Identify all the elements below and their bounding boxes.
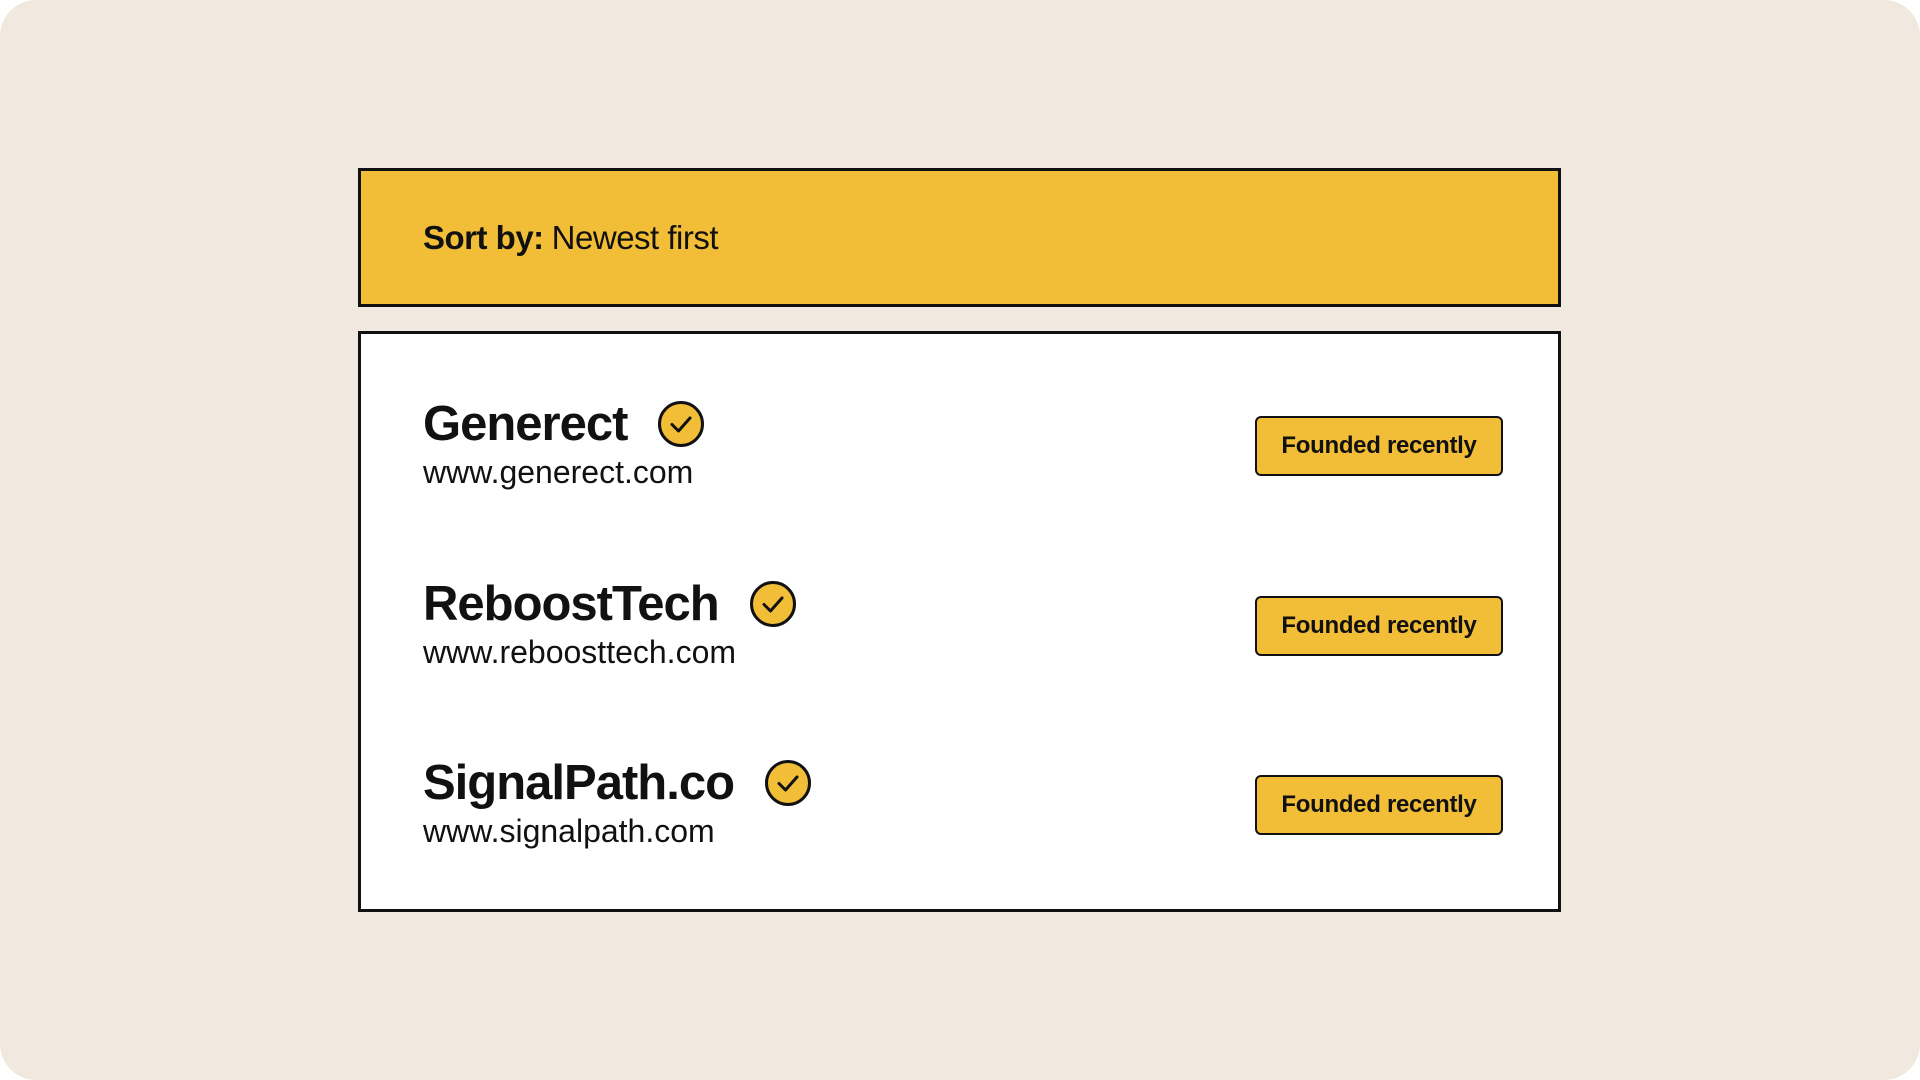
sort-label: Sort by:	[423, 218, 544, 256]
company-list: Generect www.generect.com Founded recent…	[358, 331, 1561, 912]
company-name-line: ReboostTech	[423, 574, 797, 634]
company-url[interactable]: www.signalpath.com	[423, 813, 715, 850]
company-url[interactable]: www.generect.com	[423, 454, 693, 491]
check-circle-icon	[749, 581, 796, 627]
check-circle-icon	[658, 401, 705, 447]
sort-value: Newest first	[551, 218, 719, 256]
founded-recently-badge: Founded recently	[1255, 596, 1503, 656]
founded-recently-badge: Founded recently	[1255, 775, 1503, 835]
company-name: ReboostTech	[423, 577, 720, 631]
company-url[interactable]: www.reboosttech.com	[423, 634, 736, 671]
list-item[interactable]: ReboostTech www.reboosttech.com Founded …	[423, 574, 1503, 684]
check-circle-icon	[765, 760, 812, 806]
list-item[interactable]: SignalPath.co www.signalpath.com Founded…	[423, 753, 1503, 863]
sort-dropdown[interactable]: Sort by: Newest first	[358, 168, 1561, 307]
company-name-line: Generect	[423, 394, 705, 454]
page-background: Sort by: Newest first Generect www.gener…	[0, 0, 1920, 1080]
company-name-line: SignalPath.co	[423, 753, 812, 813]
company-name: Generect	[423, 397, 628, 451]
list-item[interactable]: Generect www.generect.com Founded recent…	[423, 394, 1503, 504]
founded-recently-badge: Founded recently	[1255, 416, 1503, 476]
company-name: SignalPath.co	[423, 756, 735, 810]
